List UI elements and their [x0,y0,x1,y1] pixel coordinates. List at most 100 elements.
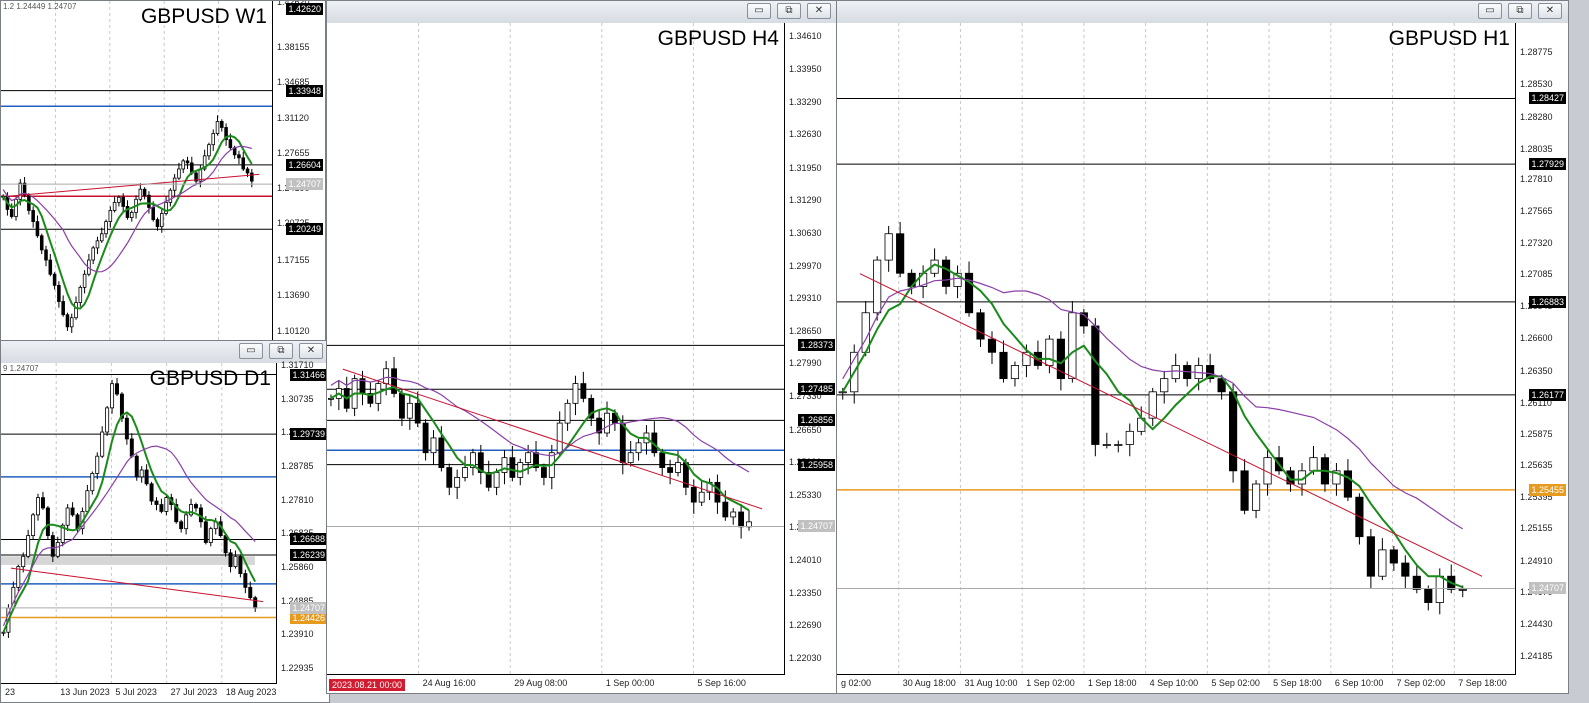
price-tick-label: 1.29970 [789,260,822,271]
close-button[interactable]: ✕ [807,3,831,19]
restore-button[interactable]: ⧉ [777,3,801,19]
chart-window-w1[interactable]: 1.426201.381551.346851.311201.276551.241… [0,0,326,342]
candle [446,463,453,496]
time-axis[interactable]: g 02:00 30 Aug 18:00 31 Aug 10:00 1 Sep 02:… [837,674,1516,693]
price-tick-label: 1.23910 [281,629,314,640]
price-tick-label: 1.24910 [1520,555,1553,566]
price-tick-label: 1.25860 [281,562,314,573]
candle [164,196,168,216]
price-level-tag: 1.26883 [1529,295,1566,308]
candle [1447,564,1456,594]
candle [1079,308,1088,334]
price-tick-label: 1.31950 [789,162,822,173]
window-titlebar[interactable]: ▭ ⧉ ✕ [837,1,1568,24]
price-tick-label: 1.23350 [789,587,822,598]
restore-icon: ⧉ [1516,5,1524,16]
candle [469,448,476,476]
time-tick-label: 24 Aug 16:00 [422,678,476,688]
candle [462,455,468,482]
price-tick-label: 1.27810 [1520,173,1553,184]
minimize-button[interactable]: ▭ [1478,3,1502,19]
candle [1033,340,1042,370]
price-tick-label: 1.28280 [1520,111,1553,122]
time-tick-label: 7 Sep 02:00 [1396,678,1446,688]
minimize-icon: ▭ [246,345,256,356]
minimize-button[interactable]: ▭ [239,343,263,359]
candle [690,479,697,514]
price-tick-label: 1.29310 [789,293,822,304]
candle [65,312,70,331]
candle [580,371,587,403]
minimize-button[interactable]: ▭ [747,3,771,19]
candle [194,170,198,186]
window-titlebar[interactable]: ▭ ⧉ ✕ [327,1,837,24]
candle [588,394,595,426]
candle [48,253,53,277]
price-tick-label: 1.24430 [1520,618,1553,629]
candle [1148,387,1157,426]
price-level-tag: 1.20249 [286,223,323,236]
chart-window-h1[interactable]: ▭ ⧉ ✕ 1.28775 1.28530 1.28280 1.28035 1.27810 1.… [836,0,1569,694]
candle [14,197,18,221]
window-titlebar[interactable]: ▭ ⧉ ✕ [1,341,329,364]
time-tick-label: 5 Jul 2023 [115,687,157,697]
candle [1320,453,1330,492]
time-axis[interactable]: Aug 00:0024 Aug 16:0029 Aug 08:001 Sep 0… [327,674,785,693]
chart-area[interactable]: 1.426201.381551.346851.311201.276551.241… [1,1,325,341]
candle [87,253,91,277]
time-axis[interactable]: 23 13 Jun 2023 5 Jul 2023 27 Jul 2023 18 Aug… [1,683,277,702]
candle [139,466,144,483]
candle [193,502,198,512]
minimize-icon: ▭ [754,5,764,16]
price-tick-label: 1.22690 [789,620,822,631]
trendline[interactable] [10,567,264,603]
restore-button[interactable]: ⧉ [269,343,293,359]
chart-canvas [327,23,785,675]
price-level-tag: 1.28427 [1529,92,1566,105]
candle [485,460,492,492]
price-axis[interactable]: 1.28775 1.28530 1.28280 1.28035 1.27810 1.275… [1515,23,1568,675]
candle [179,519,184,533]
trendline[interactable] [859,273,1483,577]
minimize-icon: ▭ [1485,5,1495,16]
price-tick-label: 1.31120 [277,113,309,124]
trendline[interactable] [9,173,260,197]
candle [61,295,65,317]
price-tick-label: 1.28775 [1520,46,1553,57]
candle [69,313,74,333]
price-tick-label: 1.38155 [277,42,310,52]
current-price-tag: 1.24707 [1529,582,1566,595]
price-axis[interactable]: 1.34610 1.33950 1.33290 1.32630 1.31950 1.312… [784,23,837,675]
candle [698,480,705,507]
close-button[interactable]: ✕ [299,343,323,359]
price-tick-label: 1.28650 [789,325,822,336]
chart-window-h4[interactable]: ▭ ⧉ ✕ 1.34610 1.33950 1.33290 1.32630 1.31950 1.… [326,0,838,694]
price-axis[interactable]: 1.426201.381551.346851.311201.276551.241… [272,1,325,341]
price-tick-label: 1.25155 [1520,523,1553,534]
restore-button[interactable]: ⧉ [1508,3,1532,19]
chart-window-d1[interactable]: ▭ ⧉ ✕1.317101.307351.297601.287851.278101.… [0,340,330,703]
price-level-tag: 1.33948 [286,84,323,97]
candle [228,548,233,573]
price-tick-label: 1.26350 [1520,366,1553,377]
candle [189,498,194,517]
close-button[interactable]: ✕ [1538,3,1562,19]
candle [406,395,413,430]
chart-area[interactable]: 1.28775 1.28530 1.28280 1.28035 1.27810 1.275… [837,23,1568,693]
price-level-tag: 1.26239 [290,548,327,561]
candle [1010,361,1020,387]
price-axis[interactable]: 1.317101.307351.297601.287851.278101.268… [276,360,329,684]
chart-area[interactable]: 1.34610 1.33950 1.33290 1.32630 1.31950 1.312… [327,23,837,693]
candle [454,469,461,500]
candle [154,497,159,511]
current-price-tag: 1.24707 [798,520,835,533]
candle [884,225,893,272]
price-level-tag: 1.26856 [798,414,835,427]
ohlc-info: 9 1.24707 [3,364,39,373]
candle [730,508,737,525]
candle [548,444,555,490]
candle [635,438,642,461]
candle [976,308,985,347]
chart-area[interactable]: 1.317101.307351.297601.287851.278101.268… [1,360,329,702]
candle [36,493,41,521]
